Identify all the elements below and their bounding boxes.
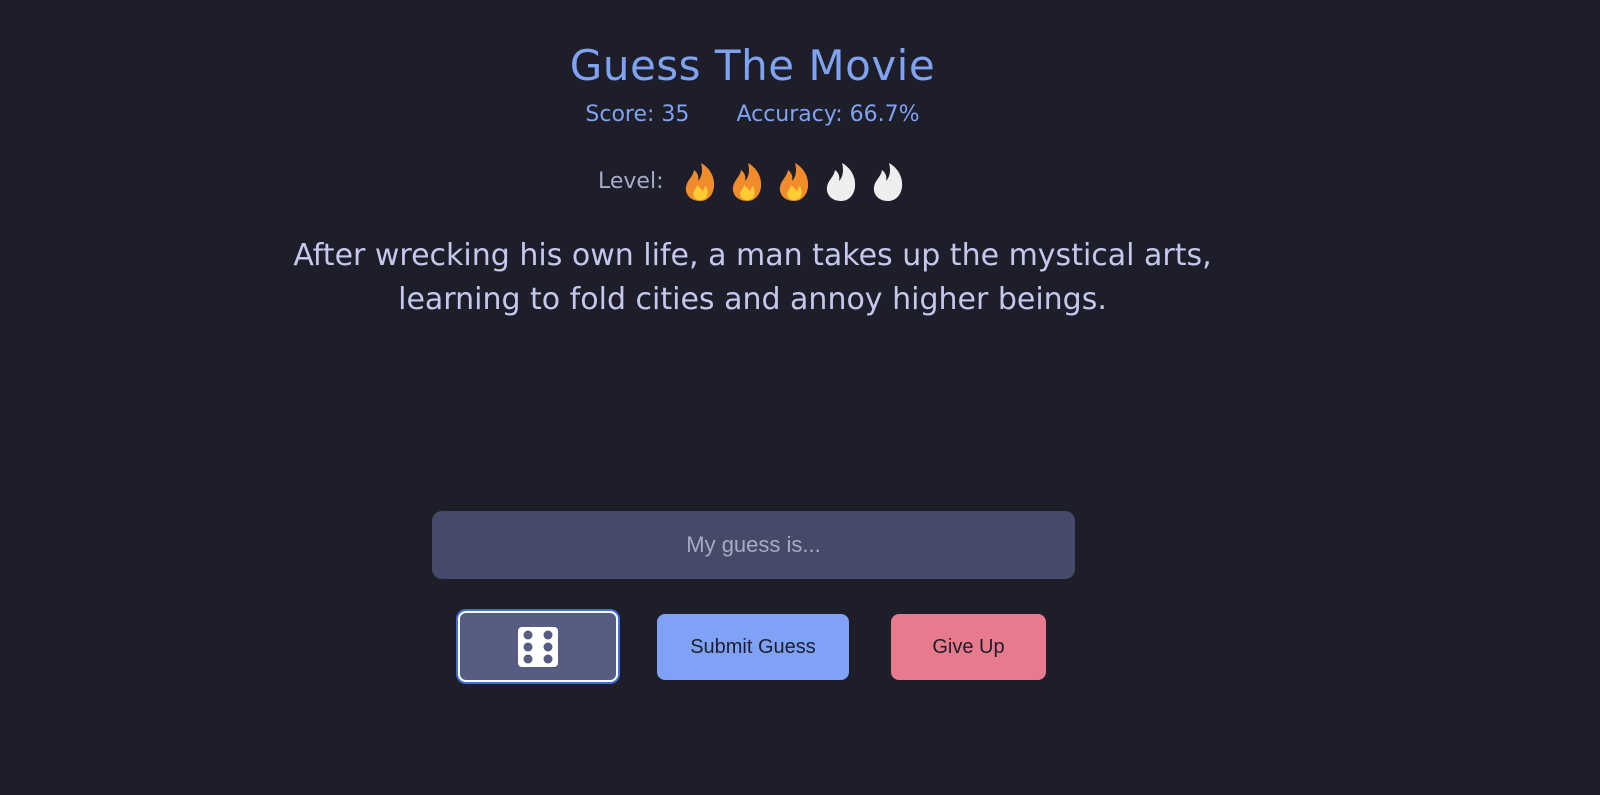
flame-icon [683, 162, 717, 202]
stats-bar: Score: 35 Accuracy: 66.7% [0, 100, 1505, 130]
level-label: Level: [598, 169, 664, 194]
level-indicator: Level: [598, 162, 918, 202]
random-movie-button[interactable] [458, 611, 618, 682]
give-up-button[interactable]: Give Up [891, 614, 1046, 680]
accuracy-label: Accuracy: 66.7% [736, 102, 920, 127]
submit-guess-button[interactable]: Submit Guess [657, 614, 849, 680]
game-title: Guess The Movie [569, 41, 936, 90]
clue-line: learning to fold cities and annoy higher… [398, 282, 1107, 317]
guess-input[interactable] [432, 511, 1075, 579]
flame-icon [777, 162, 811, 202]
score-label: Score: 35 [585, 102, 690, 127]
flame-icon [824, 162, 858, 202]
movie-clue: After wrecking his own life, a man takes… [0, 234, 1505, 322]
dice-icon [518, 626, 558, 667]
flame-icon [871, 162, 905, 202]
clue-line: After wrecking his own life, a man takes… [293, 238, 1212, 273]
flame-icon [730, 162, 764, 202]
